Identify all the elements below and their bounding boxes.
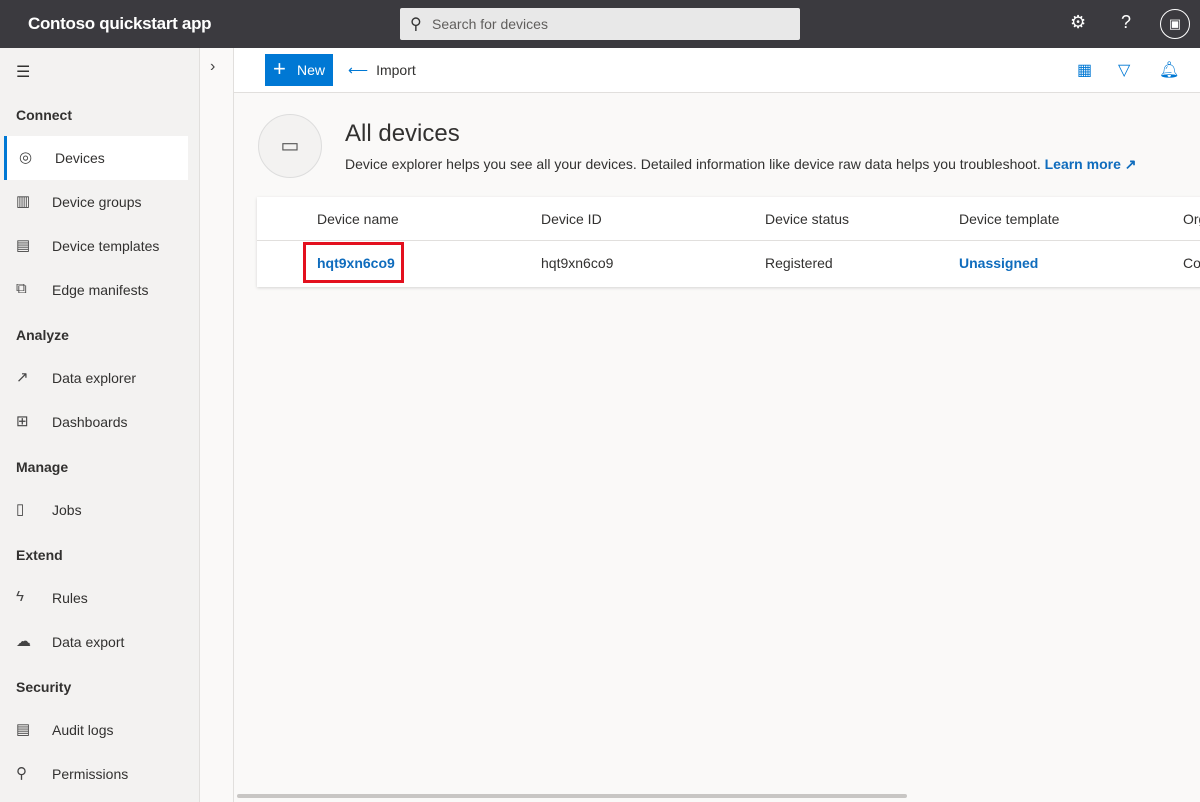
sidebar-item-devices[interactable]: ◎ Devices <box>4 136 188 180</box>
device-status-cell: Registered <box>765 255 833 271</box>
sidebar-item-label: Audit logs <box>52 722 114 738</box>
sidebar: ☰ Connect ◎ Devices ▥ Device groups ▤ Devic… <box>0 48 200 802</box>
section-analyze: Analyze <box>16 327 69 343</box>
search-icon: ⚲ <box>410 16 422 33</box>
search-placeholder: Search for devices <box>432 16 548 32</box>
page-title: All devices <box>345 120 460 147</box>
import-arrow-icon: ⟵ <box>348 62 369 78</box>
app-title: Contoso quickstart app <box>28 14 212 33</box>
sidebar-item-label: Dashboards <box>52 414 128 430</box>
section-manage: Manage <box>16 459 69 475</box>
column-header-device-status[interactable]: Device status <box>765 211 849 227</box>
description-text: Device explorer helps you see all your d… <box>345 156 1041 172</box>
new-button[interactable]: + New <box>265 54 333 86</box>
sidebar-item-label: Rules <box>52 590 88 606</box>
cloud-export-icon: ☁ <box>16 633 31 650</box>
devices-icon: ◎ <box>19 149 33 166</box>
audit-log-icon: ▤ <box>16 721 31 738</box>
avatar[interactable]: ▣ <box>1160 9 1190 39</box>
user-badge-icon: ▣ <box>1168 16 1182 31</box>
sidebar-item-dashboards[interactable]: ⊞ Dashboards <box>4 400 188 444</box>
import-label: Import <box>376 62 416 78</box>
settings-icon[interactable]: ⚙ <box>1070 12 1086 33</box>
sidebar-item-label: Permissions <box>52 766 129 782</box>
sidebar-item-data-explorer[interactable]: ↗ Data explorer <box>4 356 188 400</box>
page-description: Device explorer helps you see all your d… <box>345 156 1136 173</box>
key-icon: ⚲ <box>16 765 27 782</box>
sidebar-item-device-templates[interactable]: ▤ Device templates <box>4 224 188 268</box>
column-header-device-name[interactable]: Device name <box>317 211 399 227</box>
learn-more-link[interactable]: Learn more ↗ <box>1045 156 1137 172</box>
sidebar-item-permissions[interactable]: ⚲ Permissions <box>4 752 188 796</box>
sidebar-item-label: Data export <box>52 634 125 650</box>
edit-columns-icon[interactable]: ▦ <box>1077 60 1092 80</box>
device-templates-icon: ▤ <box>16 237 31 254</box>
chart-icon: ↗ <box>16 369 29 386</box>
sidebar-item-label: Data explorer <box>52 370 137 386</box>
hamburger-menu-icon[interactable]: ☰ <box>16 62 30 82</box>
sidebar-item-jobs[interactable]: ▯ Jobs <box>4 488 188 532</box>
chevron-right-icon[interactable]: › <box>210 58 215 76</box>
external-link-icon: ↗ <box>1124 156 1137 172</box>
device-id-cell: hqt9xn6co9 <box>541 255 614 271</box>
sidebar-item-label: Device templates <box>52 238 160 254</box>
search-input[interactable]: ⚲ Search for devices <box>400 8 800 40</box>
sidebar-item-audit-logs[interactable]: ▤ Audit logs <box>4 708 188 752</box>
learn-more-label: Learn more <box>1044 156 1121 172</box>
device-template-link[interactable]: Unassigned <box>959 255 1038 271</box>
highlight-box <box>303 242 404 283</box>
horizontal-scrollbar[interactable] <box>237 794 907 798</box>
top-bar: Contoso quickstart app ⚲ Search for devic… <box>0 0 1200 48</box>
section-security: Security <box>16 679 72 695</box>
plus-icon: + <box>273 56 286 81</box>
sidebar-item-device-groups[interactable]: ▥ Device groups <box>4 180 188 224</box>
section-extend: Extend <box>16 547 63 563</box>
filter-icon[interactable]: ▽ <box>1118 60 1130 80</box>
help-icon[interactable]: ? <box>1121 12 1131 33</box>
sidebar-item-edge-manifests[interactable]: ⧉ Edge manifests <box>4 268 188 312</box>
organization-cell: Co <box>1183 255 1200 271</box>
sidebar-item-label: Jobs <box>52 502 82 518</box>
collapse-panel[interactable]: › <box>200 48 234 802</box>
toolbar: + New ⟵ Import ▦ ▽ 🔔︎ <box>234 48 1200 93</box>
import-button[interactable]: ⟵ Import <box>348 62 416 79</box>
column-header-organization[interactable]: Org <box>1183 211 1200 227</box>
edge-manifests-icon: ⧉ <box>16 280 27 297</box>
sidebar-item-label: Devices <box>55 150 105 166</box>
column-header-device-id[interactable]: Device ID <box>541 211 602 227</box>
new-label: New <box>297 62 326 78</box>
divider <box>257 240 1200 241</box>
jobs-icon: ▯ <box>16 501 25 518</box>
notification-bell-icon[interactable]: 🔔︎ <box>1159 60 1179 80</box>
device-groups-icon: ▥ <box>16 193 31 210</box>
sidebar-item-rules[interactable]: ϟ Rules <box>4 576 188 620</box>
sidebar-item-label: Device groups <box>52 194 142 210</box>
sidebar-item-data-export[interactable]: ☁ Data export <box>4 620 188 664</box>
dashboard-icon: ⊞ <box>16 413 29 430</box>
devices-table: Device name Device ID Device status Devi… <box>257 197 1200 287</box>
column-header-device-template[interactable]: Device template <box>959 211 1059 227</box>
device-icon: ▭ <box>258 114 322 178</box>
rules-icon: ϟ <box>16 588 24 605</box>
section-connect: Connect <box>16 107 72 123</box>
sidebar-item-label: Edge manifests <box>52 282 149 298</box>
